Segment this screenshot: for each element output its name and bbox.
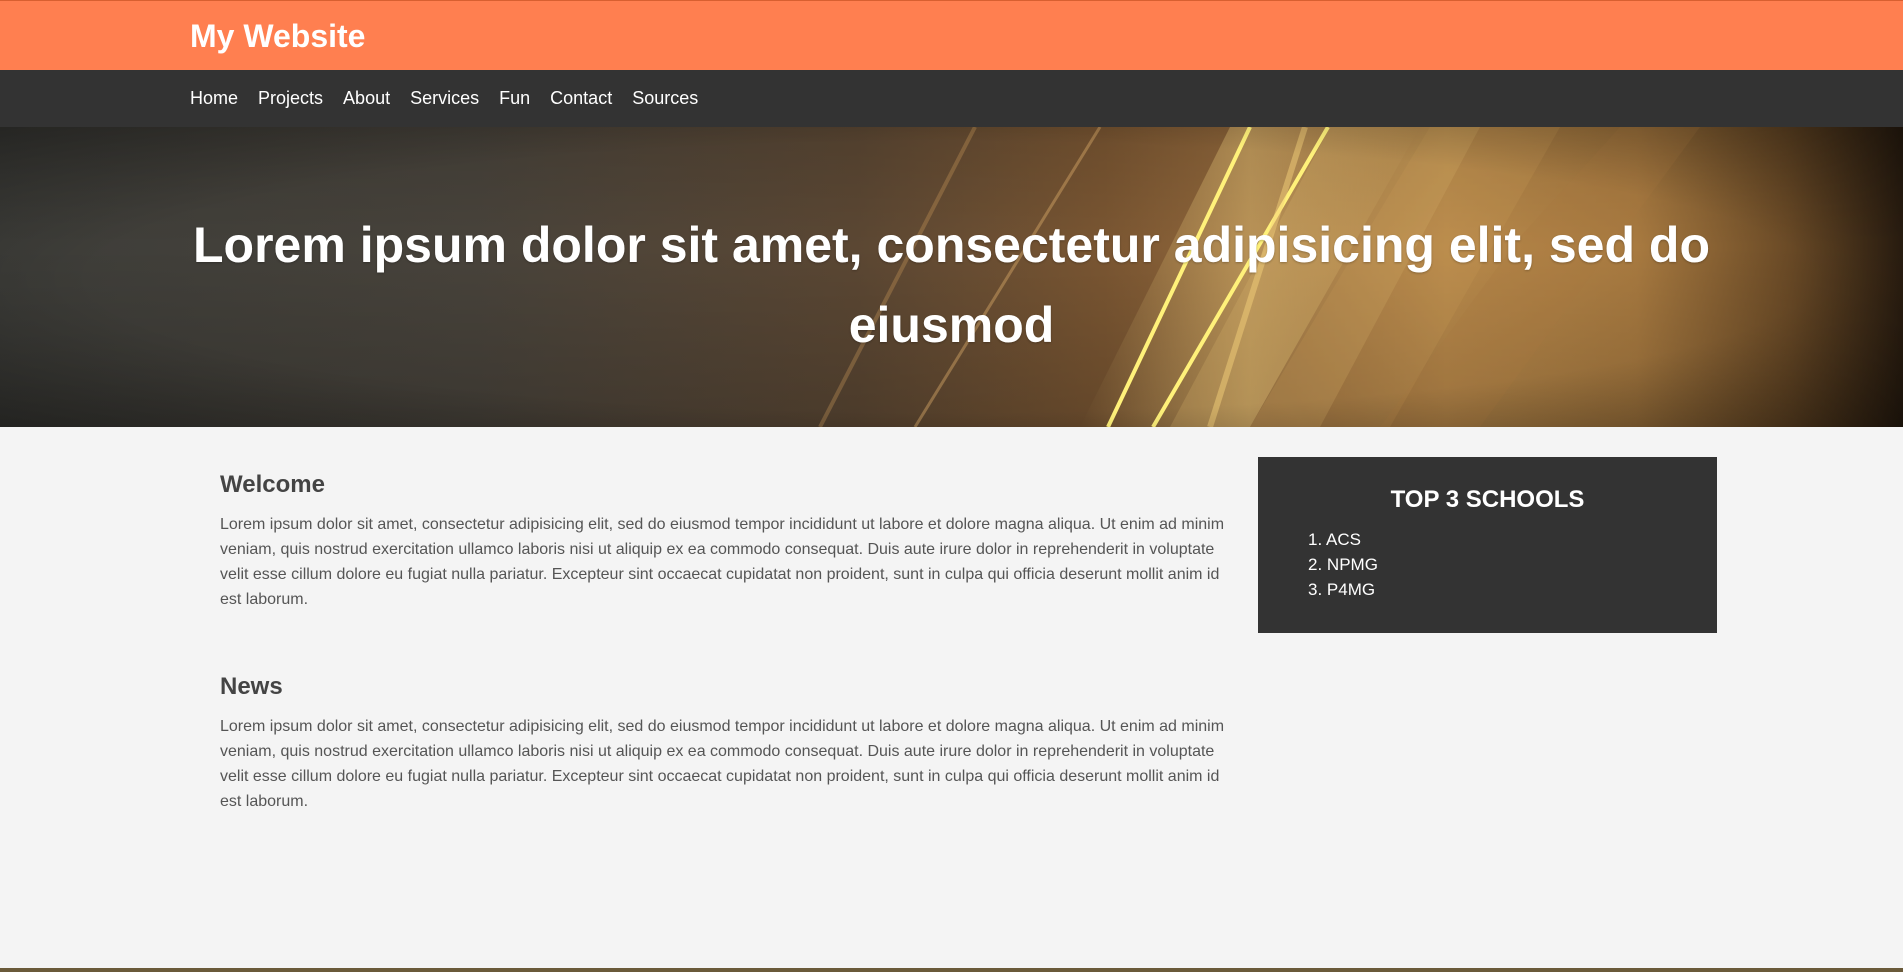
nav-link-about[interactable]: About [343,88,390,108]
nav-link-sources[interactable]: Sources [632,88,698,108]
site-header: My Website [0,0,1903,70]
top-schools-sidebar: TOP 3 SCHOOLS 1. ACS 2. NPMG 3. P4MG [1258,457,1717,633]
school-name: NPMG [1326,555,1378,574]
nav-list: Home Projects About Services Fun Contact… [190,87,718,109]
site-brand[interactable]: My Website [190,18,365,54]
list-number: 1. [1308,530,1323,549]
welcome-section: Welcome Lorem ipsum dolor sit amet, cons… [220,470,1230,612]
list-number: 2. [1308,555,1323,574]
nav-item-contact: Contact [550,87,612,109]
welcome-text: Lorem ipsum dolor sit amet, consectetur … [220,516,1225,608]
list-item: 3. P4MG [1308,577,1685,602]
list-number: 3. [1308,580,1323,599]
nav-item-fun: Fun [499,87,530,109]
sidebar-title: TOP 3 SCHOOLS [1390,486,1585,513]
nav-item-sources: Sources [632,87,698,109]
news-text: Lorem ipsum dolor sit amet, consectetur … [220,718,1225,810]
school-name: ACS [1325,530,1361,549]
news-heading: News [220,673,283,700]
nav-item-about: About [343,87,390,109]
nav-link-contact[interactable]: Contact [550,88,612,108]
nav-link-fun[interactable]: Fun [499,88,530,108]
list-item: 1. ACS [1308,527,1685,552]
hero-banner: Lorem ipsum dolor sit amet, consectetur … [0,127,1903,427]
main-content: Welcome Lorem ipsum dolor sit amet, cons… [220,470,1230,874]
schools-list: 1. ACS 2. NPMG 3. P4MG [1290,527,1685,602]
nav-link-services[interactable]: Services [410,88,479,108]
nav-item-home: Home [190,87,238,109]
welcome-heading: Welcome [220,471,325,498]
main-nav: Home Projects About Services Fun Contact… [0,70,1903,127]
school-name: P4MG [1326,580,1376,599]
nav-link-projects[interactable]: Projects [258,88,323,108]
nav-item-projects: Projects [258,87,323,109]
nav-item-services: Services [410,87,479,109]
nav-link-home[interactable]: Home [190,88,238,108]
news-section: News Lorem ipsum dolor sit amet, consect… [220,672,1230,814]
hero-title: Lorem ipsum dolor sit amet, consectetur … [193,217,1710,353]
list-item: 2. NPMG [1308,552,1685,577]
bottom-divider [0,968,1903,972]
